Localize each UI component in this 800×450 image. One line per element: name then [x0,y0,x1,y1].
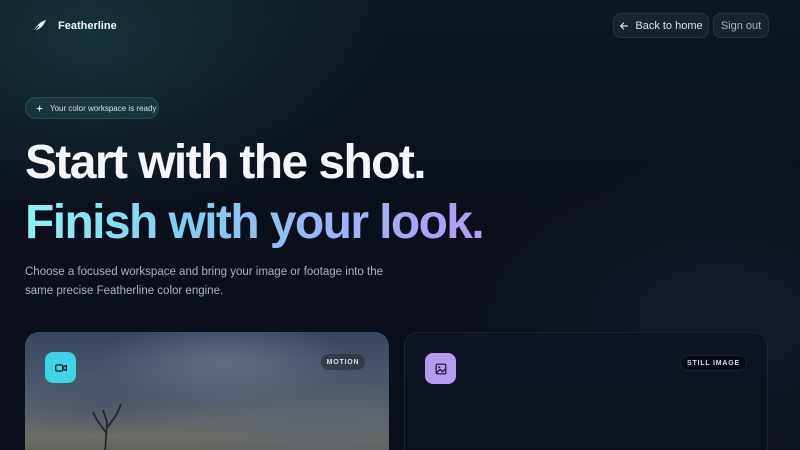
arrow-left-icon [620,22,629,29]
motion-tag: MOTION [321,354,365,370]
top-header: Featherline Back to home Sign out [0,0,800,52]
status-badge: Your color workspace is ready [25,97,159,119]
tree-silhouette [92,403,122,450]
status-badge-text: Your color workspace is ready [50,103,157,113]
sign-out-button[interactable]: Sign out [713,13,769,38]
still-image-tag: STILL IMAGE [680,355,747,371]
image-icon [425,353,456,384]
back-to-home-button[interactable]: Back to home [613,13,709,38]
brand[interactable]: Featherline [30,17,117,35]
sign-out-label: Sign out [720,19,762,32]
hero-description: Choose a focused workspace and bring you… [25,266,383,297]
video-icon [45,352,76,383]
hero-title-line-1: Start with the shot. [25,136,427,189]
back-to-home-label: Back to home [635,19,703,32]
sparkle-icon [35,104,44,112]
feather-icon [31,20,46,34]
still-image-workspace-card[interactable]: STILL IMAGE [404,332,768,450]
motion-workspace-card[interactable]: MOTION [25,332,389,450]
hero-title-line-2: Finish with your look. [25,194,485,252]
brand-name: Featherline [58,20,117,32]
